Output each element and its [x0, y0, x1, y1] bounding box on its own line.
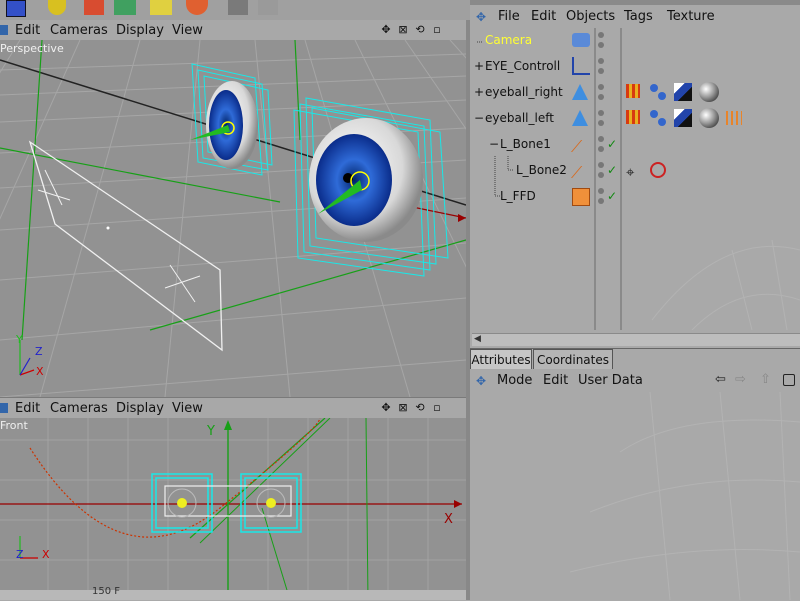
perspective-axis-z-label: Z	[35, 345, 43, 358]
om-horizontal-scrollbar[interactable]: ◀	[472, 333, 800, 346]
am-menu-mode[interactable]: Mode	[497, 369, 532, 391]
menu-display[interactable]: Display	[116, 20, 164, 40]
menu-cameras[interactable]: Cameras	[50, 398, 108, 418]
ffd-icon	[572, 188, 590, 206]
deformer-tool-icon[interactable]	[150, 0, 172, 15]
am-menu-edit[interactable]: Edit	[543, 369, 568, 391]
formula-tool-icon[interactable]	[258, 0, 278, 15]
restriction-tag-icon[interactable]	[726, 111, 742, 125]
null-object-icon	[572, 57, 590, 75]
om-menu-texture[interactable]: Texture	[667, 5, 715, 27]
zoom-view-icon[interactable]: ⊠	[396, 22, 410, 36]
array-tool-icon[interactable]	[114, 0, 136, 15]
bone-icon: ⟋	[571, 163, 583, 182]
ik-tag-icon[interactable]	[650, 162, 666, 178]
perspective-axis-y-label: Y	[16, 333, 23, 346]
om-menu-tags[interactable]: Tags	[624, 5, 653, 27]
menu-display[interactable]: Display	[116, 398, 164, 418]
enabled-check-icon[interactable]: ✓	[607, 189, 617, 203]
nurbs-tool-icon[interactable]	[84, 0, 104, 15]
uvw-tag-icon[interactable]	[674, 83, 692, 101]
polygon-object-icon	[572, 84, 588, 100]
forward-arrow-icon[interactable]: ⇨	[735, 372, 746, 387]
lock-icon[interactable]	[783, 374, 795, 386]
ik-target-tag-icon[interactable]: ⌖	[626, 163, 634, 181]
light-tool-icon[interactable]	[228, 0, 248, 15]
hierarchy-lines	[477, 41, 514, 197]
cube-tool-icon[interactable]	[6, 0, 26, 17]
front-viewport[interactable]	[0, 418, 466, 600]
camera-icon	[572, 33, 590, 47]
am-menu-icon[interactable]: ✥	[476, 374, 488, 388]
frame-counter: 150 F	[92, 586, 121, 597]
front-axis-y-label: Y	[207, 424, 215, 439]
maximize-view-icon[interactable]: ▫	[430, 400, 444, 414]
material-tag-icon[interactable]	[699, 108, 719, 128]
viewport-menu-icon[interactable]	[0, 25, 8, 35]
scroll-left-icon[interactable]: ◀	[474, 334, 481, 344]
menu-view[interactable]: View	[172, 398, 203, 418]
menu-cameras[interactable]: Cameras	[50, 20, 108, 40]
viewport-menu-icon[interactable]	[0, 403, 8, 413]
material-tag-icon[interactable]	[699, 82, 719, 102]
scene-tool-icon[interactable]	[186, 0, 208, 15]
am-menu-user-data[interactable]: User Data	[578, 369, 643, 391]
om-menubar: ✥ File Edit Objects Tags Texture	[470, 5, 800, 27]
move-view-icon[interactable]: ✥	[379, 400, 393, 414]
rotate-view-icon[interactable]: ⟲	[413, 400, 427, 414]
timeline-bar: 150 F	[0, 586, 466, 600]
om-menu-objects[interactable]: Objects	[566, 5, 615, 27]
om-menu-edit[interactable]: Edit	[531, 5, 556, 27]
polygon-object-icon	[572, 110, 588, 126]
rotate-view-icon[interactable]: ⟲	[413, 22, 427, 36]
menu-edit[interactable]: Edit	[15, 20, 40, 40]
perspective-axis-x-label: X	[36, 365, 44, 378]
main-toolbar	[0, 0, 470, 20]
visibility-dots[interactable]	[598, 32, 606, 204]
front-label: Front	[0, 419, 28, 432]
front-axis-x-label: X	[444, 512, 453, 527]
attributes-menubar: ✥ Mode Edit User Data ⇦ ⇨ ⇧	[470, 369, 800, 391]
uvw-tag-icon[interactable]	[674, 109, 692, 127]
bone-icon: ⟋	[571, 137, 583, 156]
phong-tag-icon[interactable]	[626, 110, 640, 124]
move-view-icon[interactable]: ✥	[379, 22, 393, 36]
zoom-view-icon[interactable]: ⊠	[396, 400, 410, 414]
back-arrow-icon[interactable]: ⇦	[715, 372, 726, 387]
spline-tool-icon[interactable]	[48, 0, 66, 15]
target-tag-icon[interactable]	[650, 110, 666, 126]
target-tag-icon[interactable]	[650, 84, 666, 100]
tab-attributes[interactable]: Attributes	[470, 349, 532, 369]
tab-coordinates[interactable]: Coordinates	[533, 349, 613, 370]
maximize-view-icon[interactable]: ▫	[430, 22, 444, 36]
front-small-axis-z-label: Z	[16, 548, 24, 561]
menu-view[interactable]: View	[172, 20, 203, 40]
enabled-check-icon[interactable]: ✓	[607, 137, 617, 151]
front-small-axis-x-label: X	[42, 548, 50, 561]
attributes-background	[569, 392, 800, 600]
phong-tag-icon[interactable]	[626, 84, 640, 98]
perspective-menubar: Edit Cameras Display View ✥ ⊠ ⟲ ▫	[0, 20, 466, 40]
menu-edit[interactable]: Edit	[15, 398, 40, 418]
enabled-check-icon[interactable]: ✓	[607, 163, 617, 177]
perspective-label: Perspective	[0, 42, 64, 55]
front-menubar: Edit Cameras Display View ✥ ⊠ ⟲ ▫	[0, 398, 466, 418]
perspective-viewport[interactable]	[0, 40, 466, 397]
object-manager-background	[651, 239, 800, 330]
up-arrow-icon[interactable]: ⇧	[760, 372, 771, 387]
om-menu-file[interactable]: File	[498, 5, 520, 27]
om-menu-icon[interactable]: ✥	[476, 10, 488, 24]
